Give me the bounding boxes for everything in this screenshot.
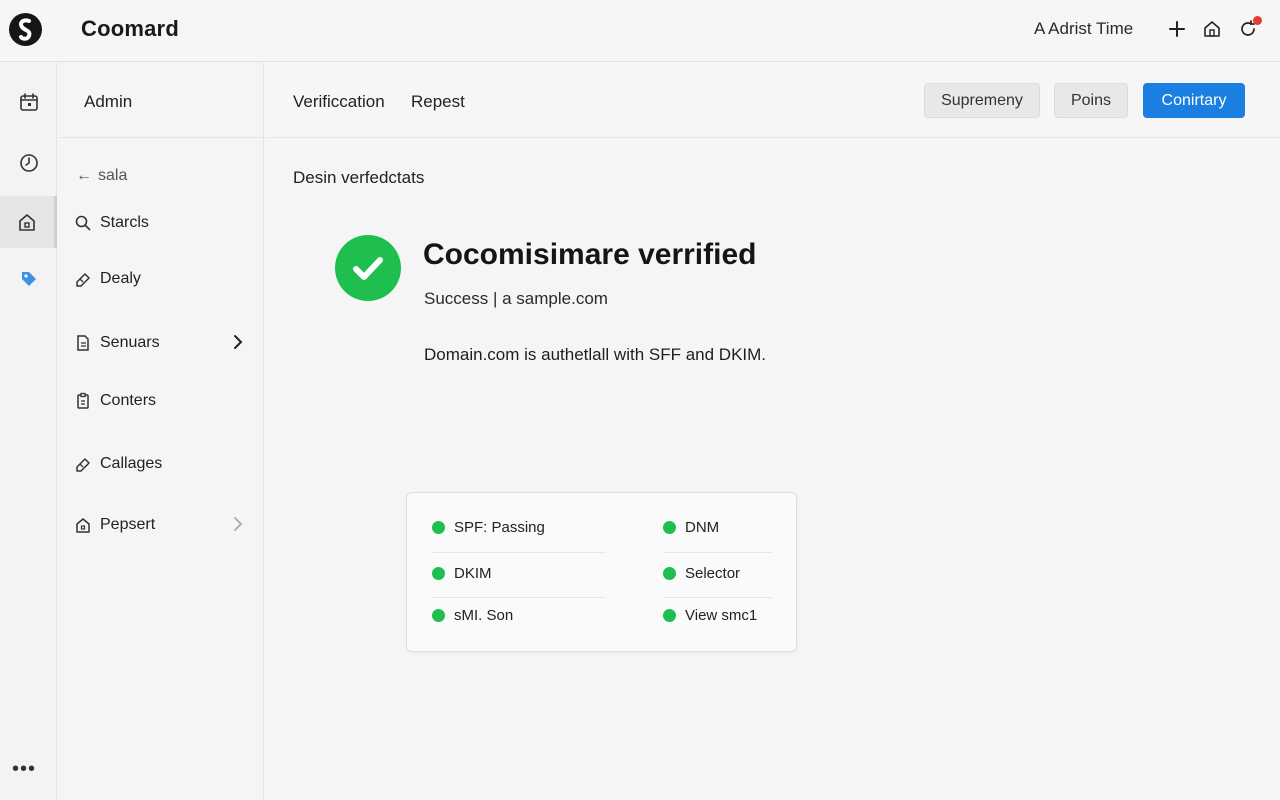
status-label: DNM <box>685 519 720 536</box>
status-dot <box>432 567 445 580</box>
status-item-view[interactable]: View smc1 <box>663 607 757 624</box>
notification-dot <box>1253 16 1262 25</box>
breadcrumb-repest[interactable]: Repest <box>411 92 465 112</box>
status-card: SPF: Passing DNM DKIM Selector sMI. Son … <box>406 492 797 652</box>
status-label: View smc1 <box>685 607 758 624</box>
app-title: Coomard <box>81 16 179 41</box>
plus-icon[interactable] <box>1166 18 1188 40</box>
divider <box>663 552 773 553</box>
supremeny-button[interactable]: Supremeny <box>924 83 1040 118</box>
verification-subtitle: Success | a sample.com <box>424 289 608 308</box>
document-icon <box>77 335 89 351</box>
section-title: Desin verfedctats <box>293 168 425 187</box>
search-icon <box>75 215 91 231</box>
home-icon <box>19 214 35 231</box>
divider <box>432 597 606 598</box>
sidebar-item-label: Conters <box>100 392 157 409</box>
sidebar-item-pepsert[interactable]: Pepsert <box>74 509 252 541</box>
status-item-dnm: DNM <box>663 519 719 536</box>
tag-icon <box>76 273 90 287</box>
status-label: Selector <box>685 565 741 582</box>
status-item-dkim: DKIM <box>432 565 492 582</box>
clipboard-icon <box>77 392 89 409</box>
success-badge <box>335 235 401 301</box>
sidebar-item-senuars[interactable]: Senuars <box>74 327 252 359</box>
divider <box>432 552 606 553</box>
logo-icon <box>19 18 32 41</box>
chevron-right-icon <box>234 517 243 531</box>
status-dot <box>663 567 676 580</box>
breadcrumb-verification[interactable]: Verificcation <box>293 92 385 112</box>
more-icon[interactable]: ••• <box>12 758 36 781</box>
calendar-icon <box>19 93 38 111</box>
status-item-selector: Selector <box>663 565 740 582</box>
app-logo[interactable] <box>9 13 42 46</box>
back-link[interactable]: ← sala <box>76 167 127 185</box>
chevron-right-icon <box>234 335 243 349</box>
back-label: sala <box>98 167 128 184</box>
home-icon <box>76 518 90 533</box>
verification-title: Cocomisimare verrified <box>423 238 757 271</box>
poins-button[interactable]: Poins <box>1054 83 1128 118</box>
sidebar-item-conters[interactable]: Conters <box>74 385 252 417</box>
rail-clock[interactable] <box>0 137 57 189</box>
arrow-left-icon: ← <box>76 167 92 184</box>
status-dot <box>663 609 676 622</box>
clock-icon <box>19 154 38 172</box>
home-icon[interactable] <box>1201 18 1223 40</box>
status-dot <box>432 521 445 534</box>
sidebar-item-label: Senuars <box>100 334 160 351</box>
divider <box>663 597 773 598</box>
content-header: Verificcation Repest Supremeny Poins Con… <box>265 63 1280 138</box>
icon-rail: ••• <box>0 63 57 800</box>
sidebar-item-starcls[interactable]: Starcls <box>74 207 252 239</box>
sidebar-item-label: Callages <box>100 455 163 472</box>
rail-home[interactable] <box>0 196 57 248</box>
status-label: DKIM <box>454 565 492 582</box>
status-item-smi: sMI. Son <box>432 607 513 624</box>
rail-calendar[interactable] <box>0 76 57 128</box>
status-label: SPF: Passing <box>454 519 545 536</box>
status-dot <box>663 521 676 534</box>
checkmark-icon <box>353 257 383 280</box>
sidebar-item-callages[interactable]: Callages <box>74 448 252 480</box>
conirtary-button[interactable]: Conirtary <box>1143 83 1245 118</box>
sidebar-item-label: Dealy <box>100 270 141 287</box>
sidebar-heading: Admin <box>58 63 263 138</box>
sidebar-item-dealy[interactable]: Dealy <box>74 263 252 295</box>
tag-icon <box>76 458 90 472</box>
workspace-label[interactable]: A Adrist Time <box>1034 19 1133 39</box>
status-item-spf: SPF: Passing <box>432 519 545 536</box>
rail-tag[interactable] <box>0 253 57 305</box>
status-label: sMI. Son <box>454 607 514 624</box>
tag-icon <box>21 272 36 286</box>
status-dot <box>432 609 445 622</box>
verification-description: Domain.com is authetlall with SFF and DK… <box>424 345 767 364</box>
sidebar-item-label: Starcls <box>100 214 149 231</box>
top-bar: Coomard A Adrist Time <box>0 0 1280 62</box>
sidebar-item-label: Pepsert <box>100 516 156 533</box>
sidebar: Admin ← sala Starcls Dealy Senuars Conte… <box>58 63 264 800</box>
